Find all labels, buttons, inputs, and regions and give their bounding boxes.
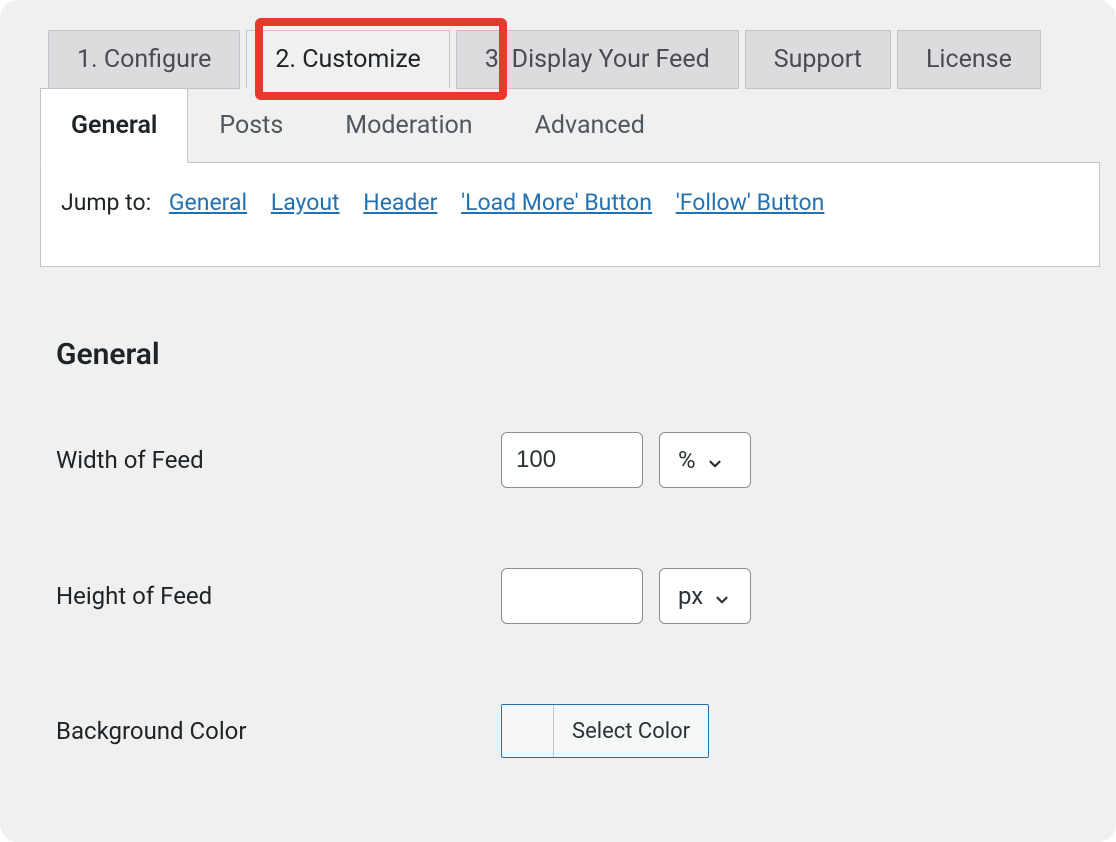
chevron-down-icon xyxy=(713,587,731,605)
subtab-general[interactable]: General xyxy=(40,88,188,163)
select-height-unit-value: px xyxy=(678,582,703,610)
sub-tab-bar: General Posts Moderation Advanced xyxy=(40,88,1116,163)
subtab-advanced[interactable]: Advanced xyxy=(504,88,676,163)
bgcolor-picker[interactable]: Select Color xyxy=(501,704,709,758)
jump-link-load-more[interactable]: 'Load More' Button xyxy=(461,189,652,216)
row-width: Width of Feed % xyxy=(56,432,1116,488)
jump-to-label: Jump to: xyxy=(61,189,151,216)
settings-page: 1. Configure 2. Customize 3. Display You… xyxy=(0,0,1116,842)
tab-license[interactable]: License xyxy=(897,30,1041,89)
primary-tab-bar: 1. Configure 2. Customize 3. Display You… xyxy=(0,0,1116,89)
chevron-down-icon xyxy=(706,451,724,469)
bgcolor-button-label: Select Color xyxy=(554,705,708,757)
tab-support[interactable]: Support xyxy=(745,30,891,89)
subtab-posts[interactable]: Posts xyxy=(188,88,314,163)
row-bgcolor: Background Color Select Color xyxy=(56,704,1116,758)
subtab-moderation[interactable]: Moderation xyxy=(314,88,503,163)
tab-configure[interactable]: 1. Configure xyxy=(48,30,240,89)
bgcolor-swatch xyxy=(502,705,554,757)
jump-to-bar: Jump to: General Layout Header 'Load Mor… xyxy=(40,162,1100,267)
select-height-unit[interactable]: px xyxy=(659,568,751,624)
tab-customize[interactable]: 2. Customize xyxy=(246,30,449,89)
jump-link-layout[interactable]: Layout xyxy=(271,189,340,216)
jump-link-follow[interactable]: 'Follow' Button xyxy=(676,189,825,216)
row-height: Height of Feed px xyxy=(56,568,1116,624)
section-heading: General xyxy=(56,337,1116,372)
input-height[interactable] xyxy=(501,568,643,624)
tab-display-feed[interactable]: 3. Display Your Feed xyxy=(456,30,739,89)
select-width-unit-value: % xyxy=(678,446,696,474)
input-width[interactable] xyxy=(501,432,643,488)
jump-link-header[interactable]: Header xyxy=(363,189,437,216)
label-width: Width of Feed xyxy=(56,446,501,474)
label-height: Height of Feed xyxy=(56,582,501,610)
label-bgcolor: Background Color xyxy=(56,717,501,745)
general-section: General Width of Feed % Height of Feed p… xyxy=(0,267,1116,758)
jump-link-general[interactable]: General xyxy=(169,189,247,216)
select-width-unit[interactable]: % xyxy=(659,432,751,488)
